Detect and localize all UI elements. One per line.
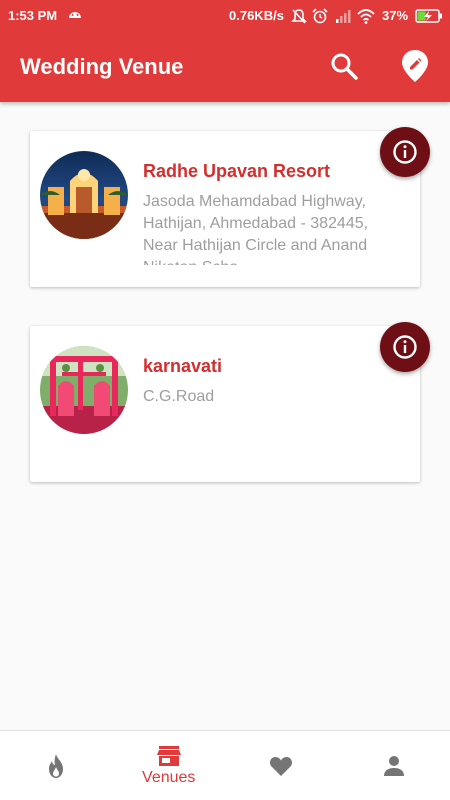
alarm-icon: [312, 8, 328, 24]
info-icon: [393, 140, 417, 164]
venue-info-button[interactable]: [380, 127, 430, 177]
venue-address: Jasoda Mehamdabad Highway, Hathijan, Ahm…: [143, 193, 369, 265]
venue-name[interactable]: Radhe Upavan Resort: [143, 161, 330, 182]
nav-label-venues: Venues: [142, 768, 196, 786]
battery-charging-icon: [415, 9, 442, 23]
status-time: 1:53 PM: [8, 8, 58, 23]
location-edit-icon: [402, 50, 428, 82]
venue-info-button[interactable]: [380, 322, 430, 372]
bottom-navigation: Venues: [0, 730, 450, 800]
heart-icon: [270, 756, 293, 776]
venue-card[interactable]: karnavati C.G.Road: [30, 322, 430, 482]
android-notification-icon: [69, 12, 81, 18]
venue-thumbnail: [40, 151, 128, 239]
info-icon: [393, 335, 417, 359]
venue-card[interactable]: Radhe Upavan Resort Jasoda Mehamdabad Hi…: [30, 127, 430, 287]
nav-item-profile[interactable]: [338, 731, 450, 800]
flame-icon: [49, 753, 64, 778]
mute-notification-icon: [291, 9, 307, 24]
app-title: Wedding Venue: [20, 54, 184, 79]
search-icon: [331, 53, 358, 80]
location-edit-button[interactable]: [397, 48, 433, 84]
store-icon: [156, 745, 181, 766]
top-bar: 1:53 PM 0.76KB/s 37% Wedding Venue: [0, 0, 450, 102]
battery-percent: 37%: [382, 8, 409, 23]
venue-thumbnail: [40, 346, 128, 434]
venue-address: C.G.Road: [143, 388, 215, 405]
status-bar: 1:53 PM 0.76KB/s 37%: [0, 0, 450, 32]
nav-item-venues[interactable]: Venues: [113, 731, 226, 800]
venue-name[interactable]: karnavati: [143, 356, 222, 377]
nav-item-favorites[interactable]: [225, 731, 338, 800]
network-speed: 0.76KB/s: [229, 8, 284, 23]
signal-icon: [336, 10, 351, 23]
search-button[interactable]: [326, 48, 362, 84]
wifi-icon: [357, 9, 375, 24]
person-icon: [383, 755, 404, 776]
nav-item-trending[interactable]: [0, 731, 113, 800]
